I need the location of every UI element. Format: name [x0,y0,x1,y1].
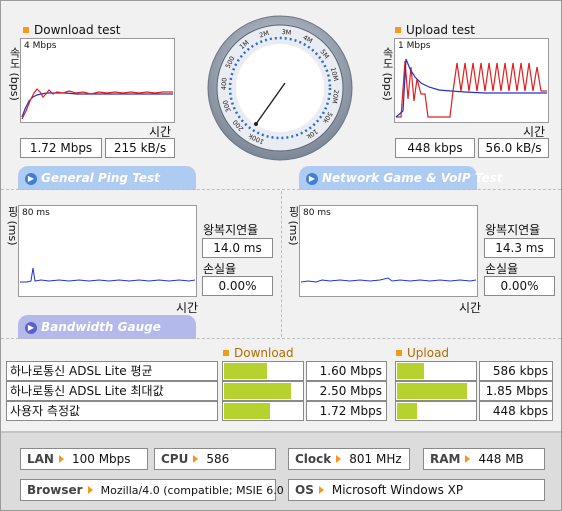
arrow-right-icon [465,455,471,463]
download-value: 2.50 Mbps [306,381,387,401]
ping-right-series [300,277,477,283]
ping-right-chart: 80 ms [299,205,478,297]
upload-bar [395,401,477,421]
download-test-title: Download test [23,23,121,37]
speed-gauge: 100k 200 300 400 500 1M 2M 3M 4M 5M 10M 20M 50k 10k [207,15,353,161]
ping-right-loss-label: 손실율 [485,262,519,276]
upload-speed-value: 448 kbps [395,138,475,158]
download-bar-fill [224,363,267,379]
download-series-blue [21,92,173,118]
upload-series-red [396,60,547,118]
bullet-icon [396,350,402,356]
bullet-icon [223,350,229,356]
download-value: 1.72 Mbps [306,401,387,421]
ping-left-rtt-value: 14.0 ms [202,238,273,258]
upload-y-axis-label: 속도 (bps) [381,47,394,101]
upload-rate-value: 56.0 kB/s [478,138,549,158]
speed-test-window: Download test 속도 (bps) 4 Mbps 시간 1.72 Mb… [0,0,562,511]
bandwidth-row-label: 하나로통신 ADSL Lite 평균 [6,361,218,381]
tab-general-ping-test[interactable]: ▶ General Ping Test [18,166,196,190]
upload-value: 1.85 Mbps [479,381,553,401]
speed-gauge-dial: 100k2003004005001M2M 3M4M5M10M20M50k10k [207,15,353,161]
upload-bar [395,381,477,401]
ping-left-series [20,267,196,283]
gauge-label: 3M [281,28,292,37]
section-divider-vertical [281,191,282,337]
ping-left-chart: 80 ms [18,205,197,297]
download-bar [222,381,304,401]
tab-network-game-voip-test[interactable]: ▶ Network Game & VoIP Test [299,166,503,190]
browser-field: Browser Mozilla/4.0 (compatible; MSIE 6.0 [20,479,284,501]
download-scale-label: 4 Mbps [24,41,57,51]
arrow-right-icon [87,486,93,494]
ping-left-loss-label: 손실율 [203,262,237,276]
ping-left-scale-label: 80 ms [22,208,50,218]
upload-chart: 1 Mbps [394,38,549,123]
bandwidth-row-label: 사용자 측정값 [6,401,218,421]
upload-value: 448 kbps [479,401,553,421]
ping-right-scale-label: 80 ms [303,208,331,218]
download-bar [222,401,304,421]
ping-right-rtt-value: 14.3 ms [484,238,555,258]
bullet-icon [395,27,401,33]
bandwidth-row-label: 하나로통신 ADSL Lite 최대값 [6,381,218,401]
bullet-icon [23,27,29,33]
system-info-panel: LAN 100 Mbps CPU 586 Clock 801 MHz RAM 448 M… [1,431,561,510]
arrow-right-icon: ▶ [306,173,318,185]
upload-scale-label: 1 Mbps [398,41,431,51]
bandwidth-download-header: Download [223,346,294,360]
lan-field: LAN 100 Mbps [20,448,148,470]
ping-left-rtt-label: 왕복지연율 [203,223,259,237]
ping-right-loss-value: 0.00% [484,276,555,296]
section-divider [1,189,561,190]
ping-right-x-axis-label: 시간 [459,301,482,315]
ram-field: RAM 448 MB [423,448,545,470]
arrow-right-icon: ▶ [25,322,37,334]
gauge-label: 400 [220,77,229,90]
arrow-right-icon [193,455,199,463]
bandwidth-upload-header: Upload [396,346,449,360]
arrow-right-icon [336,455,342,463]
upload-bar-fill [397,383,467,399]
cpu-field: CPU 586 [154,448,276,470]
upload-bar-fill [397,403,417,419]
download-speed-value: 1.72 Mbps [20,138,102,158]
os-field: OS Microsoft Windows XP [288,479,545,501]
ping-left-x-axis-label: 시간 [176,301,199,315]
clock-field: Clock 801 MHz [288,448,410,470]
download-rate-value: 215 kB/s [105,138,175,158]
ping-right-rtt-label: 왕복지연율 [485,223,541,237]
upload-test-title: Upload test [395,23,475,37]
section-divider [1,338,561,339]
tab-bandwidth-gauge[interactable]: ▶ Bandwidth Gauge [18,315,196,339]
download-bar [222,361,304,381]
download-chart: 4 Mbps [20,38,175,123]
upload-bar-fill [397,363,424,379]
download-bar-fill [224,383,291,399]
upload-bar [395,361,477,381]
arrow-right-icon [318,486,324,494]
arrow-right-icon: ▶ [25,173,37,185]
arrow-right-icon [58,455,64,463]
download-value: 1.60 Mbps [306,361,387,381]
download-bar-fill [224,403,270,419]
ping-left-loss-value: 0.00% [202,276,273,296]
upload-value: 586 kbps [479,361,553,381]
